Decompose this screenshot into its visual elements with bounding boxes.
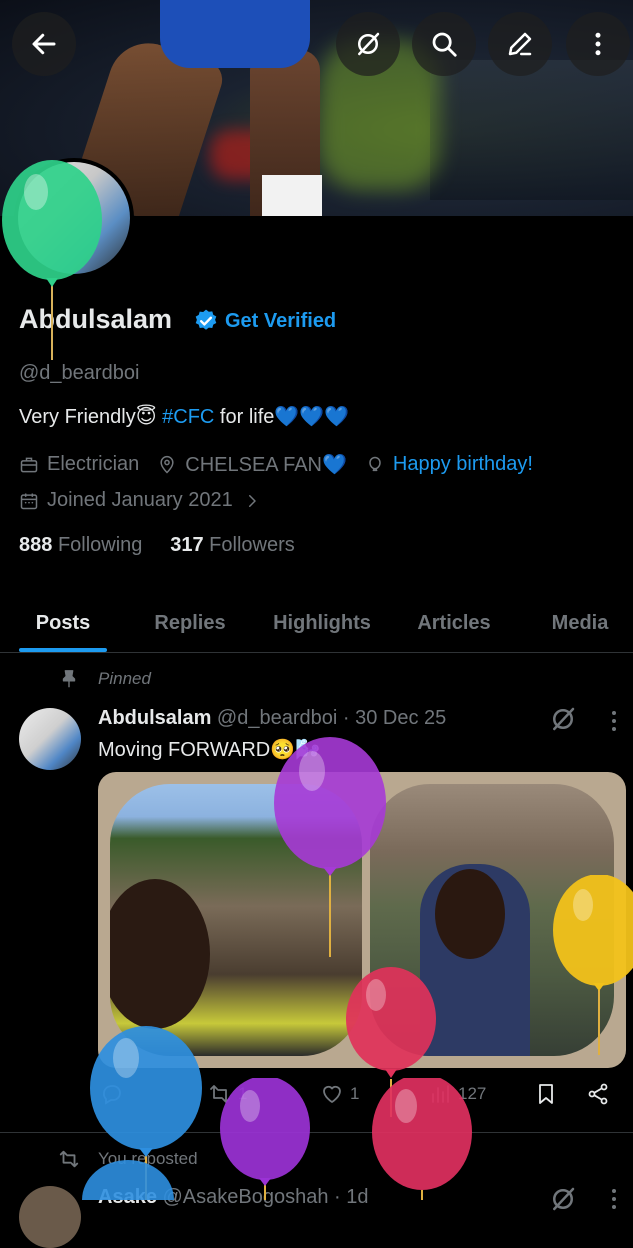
followers-label: Followers	[209, 534, 295, 556]
tab-replies[interactable]: Replies	[140, 594, 240, 652]
calendar-icon	[20, 493, 38, 509]
views-button[interactable]: 127	[428, 1082, 486, 1106]
joined-row: Joined January 2021	[19, 489, 269, 512]
location-pin-icon	[160, 455, 174, 474]
post-date[interactable]: · 1d	[334, 1186, 368, 1208]
profile-tabs: Posts Replies Highlights Articles Media	[0, 594, 633, 653]
tab-media[interactable]: Media	[536, 594, 624, 652]
bio-hashtag-link[interactable]: #CFC	[162, 406, 214, 428]
following-label: Following	[57, 534, 143, 556]
banner-shorts	[160, 0, 310, 68]
search-button[interactable]	[412, 12, 476, 76]
search-icon	[432, 32, 457, 57]
photo-person-face	[435, 869, 505, 959]
post-actions: 1 1 127	[98, 1082, 618, 1122]
edit-button[interactable]	[488, 12, 552, 76]
profile-avatar[interactable]	[14, 158, 134, 278]
post-date[interactable]: · 30 Dec 25	[343, 707, 446, 729]
post-author-avatar[interactable]	[19, 1186, 81, 1248]
follow-stats: 888 Following 317 Followers	[19, 534, 295, 557]
post-text: Moving FORWARD🥺🌬️	[98, 739, 321, 761]
like-count: 1	[350, 1084, 360, 1103]
post-author-avatar[interactable]	[19, 708, 81, 770]
briefcase-icon	[20, 457, 38, 472]
post-author-handle[interactable]: @d_beardboi	[217, 707, 337, 729]
post-more-icon[interactable]	[604, 1186, 624, 1212]
joined-text: Joined January 2021	[47, 489, 233, 511]
avatar-image	[18, 162, 130, 274]
get-verified-link[interactable]: Get Verified	[225, 310, 336, 333]
following-count: 888	[19, 534, 53, 556]
repost-count: 1	[238, 1084, 248, 1103]
post-more-icon[interactable]	[604, 708, 624, 734]
back-arrow-icon	[32, 33, 56, 55]
chevron-right-icon[interactable]	[243, 492, 261, 510]
grok-icon	[358, 32, 380, 56]
reply-button[interactable]	[100, 1082, 130, 1106]
repost-icon	[210, 1085, 230, 1103]
profile-handle: @d_beardboi	[19, 362, 140, 384]
bookmark-icon	[539, 1084, 553, 1104]
share-button[interactable]	[586, 1082, 616, 1106]
post-header: Abdulsalam @d_beardboi · 30 Dec 25	[98, 707, 446, 730]
share-icon	[588, 1083, 608, 1105]
edit-icon	[508, 32, 532, 56]
tab-articles[interactable]: Articles	[404, 594, 504, 652]
birthday-link[interactable]: Happy birthday!	[393, 453, 533, 476]
reply-icon	[103, 1085, 121, 1105]
profile-bio: Very Friendly😇 #CFC for life💙💙💙	[19, 404, 349, 429]
bio-text: Very Friendly😇	[19, 406, 163, 428]
post-author-name[interactable]: Asake	[98, 1186, 157, 1208]
more-button[interactable]	[566, 12, 630, 76]
balloon-icon	[369, 456, 381, 471]
views-count: 127	[458, 1084, 487, 1103]
like-button[interactable]: 1	[320, 1082, 359, 1106]
post-photo-selfie[interactable]	[110, 784, 362, 1056]
birthday-item: Happy birthday!	[365, 453, 533, 476]
occupation-item: Electrician	[19, 453, 139, 476]
pin-icon	[62, 670, 76, 688]
banner-background	[430, 60, 633, 200]
occupation-text: Electrician	[47, 453, 140, 475]
banner-sock	[262, 175, 322, 216]
followers-count: 317	[170, 534, 204, 556]
grok-icon[interactable]	[548, 1184, 578, 1214]
profile-meta: Electrician CHELSEA FAN💙 Happy birthday!	[19, 452, 551, 477]
bio-text: for life💙💙💙	[214, 406, 350, 428]
tab-posts[interactable]: Posts	[19, 594, 107, 652]
post-header: Asake @AsakeBogoshah · 1d	[98, 1186, 369, 1209]
following-link[interactable]: 888 Following	[19, 534, 142, 556]
pinned-indicator: Pinned	[58, 668, 151, 690]
post-author-name[interactable]: Abdulsalam	[98, 707, 211, 729]
location-item: CHELSEA FAN💙	[157, 452, 347, 477]
repost-button[interactable]: 1	[208, 1082, 247, 1106]
repost-icon	[59, 1150, 79, 1168]
active-tab-indicator	[19, 648, 107, 652]
post-media[interactable]	[98, 772, 626, 1068]
location-text: CHELSEA FAN💙	[185, 454, 347, 476]
grok-icon[interactable]	[548, 704, 578, 734]
heart-icon	[323, 1085, 341, 1103]
pinned-label: Pinned	[98, 669, 151, 688]
followers-link[interactable]: 317 Followers	[170, 534, 295, 556]
reposted-indicator: You reposted	[58, 1148, 198, 1170]
post-author-handle[interactable]: @AsakeBogoshah	[163, 1186, 329, 1208]
tab-highlights[interactable]: Highlights	[262, 594, 382, 652]
photo-person	[110, 879, 210, 1029]
post-divider	[0, 1132, 633, 1133]
profile-name: Abdulsalam	[19, 304, 173, 334]
reposted-label: You reposted	[98, 1149, 198, 1168]
grok-button[interactable]	[336, 12, 400, 76]
verified-badge-icon[interactable]	[193, 308, 219, 334]
views-chart-icon	[432, 1085, 449, 1103]
more-vertical-icon	[595, 32, 601, 56]
post-photo-worker[interactable]	[370, 784, 614, 1056]
back-button[interactable]	[12, 12, 76, 76]
bookmark-button[interactable]	[534, 1082, 564, 1106]
